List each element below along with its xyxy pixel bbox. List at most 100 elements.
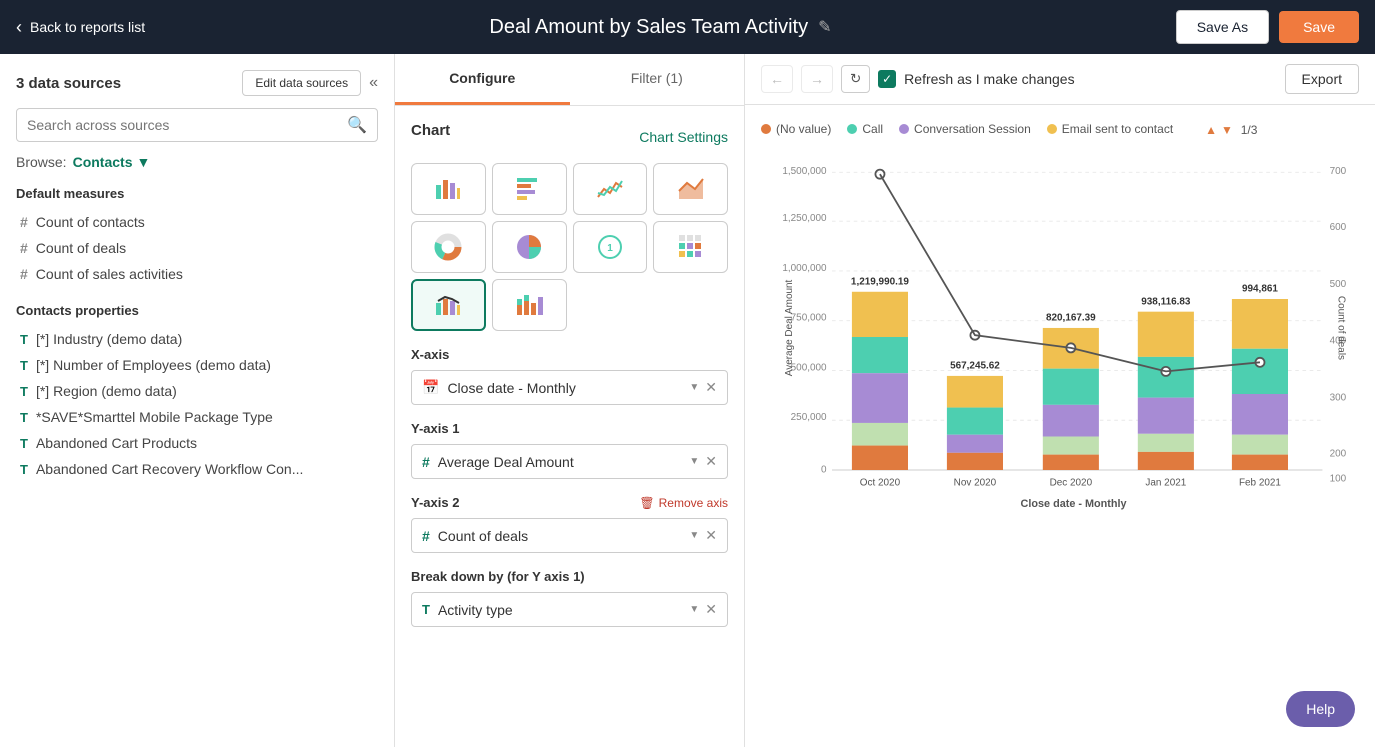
chart-type-waterfall[interactable] [492, 279, 567, 331]
breakdown-section: Break down by (for Y axis 1) T Activity … [411, 569, 728, 627]
tab-configure[interactable]: Configure [395, 54, 570, 105]
chart-container: (No value) Call Conversation Session Ema… [745, 105, 1375, 747]
chart-type-number[interactable]: 1 [573, 221, 648, 273]
browse-value: Contacts [73, 154, 133, 170]
clear-breakdown-icon[interactable]: ✕ [705, 601, 717, 618]
bar-chart-icon [434, 175, 462, 203]
bar-oct-yellow [852, 292, 908, 337]
prop-region[interactable]: T [*] Region (demo data) [16, 378, 378, 404]
yaxis1-section: Y-axis 1 # Average Deal Amount ▼ ✕ [411, 421, 728, 479]
redo-button[interactable]: → [801, 65, 833, 93]
chart-type-combo[interactable] [411, 279, 486, 331]
measure-count-contacts[interactable]: # Count of contacts [16, 209, 378, 235]
calendar-icon: 📅 [422, 379, 439, 396]
chart-type-grid[interactable] [653, 221, 728, 273]
svg-text:567,245.62: 567,245.62 [950, 361, 1000, 372]
xaxis-select[interactable]: 📅 Close date - Monthly ▼ ✕ [411, 370, 728, 405]
browse-label: Browse: [16, 154, 67, 170]
prop-abandoned-recovery[interactable]: T Abandoned Cart Recovery Workflow Con..… [16, 456, 378, 482]
search-icon[interactable]: 🔍 [347, 115, 367, 135]
help-button[interactable]: Help [1286, 691, 1355, 727]
bar-oct-orange [852, 446, 908, 470]
default-measures-title: Default measures [16, 186, 378, 201]
legend-label-email: Email sent to contact [1062, 122, 1173, 136]
search-input[interactable] [27, 117, 347, 133]
browse-select[interactable]: Contacts ▼ [73, 154, 151, 170]
bar-nov-orange [947, 453, 1003, 470]
svg-text:500,000: 500,000 [791, 362, 827, 373]
browse-chevron-icon: ▼ [136, 154, 150, 170]
undo-button[interactable]: ← [761, 65, 793, 93]
chart-types-grid: 1 [411, 163, 728, 331]
bar-oct-green [852, 423, 908, 446]
tab-row: Configure Filter (1) [395, 54, 744, 106]
xaxis-label: X-axis [411, 347, 728, 362]
refresh-checkbox[interactable]: ✓ [878, 70, 896, 88]
left-sidebar: 3 data sources Edit data sources « 🔍 Bro… [0, 54, 395, 747]
chart-type-line[interactable] [573, 163, 648, 215]
clear-xaxis-icon[interactable]: ✕ [705, 379, 717, 396]
legend-dot-call [847, 124, 857, 134]
svg-text:250,000: 250,000 [791, 412, 827, 423]
clear-yaxis1-icon[interactable]: ✕ [705, 453, 717, 470]
export-button[interactable]: Export [1285, 64, 1359, 94]
chart-type-bar[interactable] [411, 163, 486, 215]
chart-type-hbar[interactable] [492, 163, 567, 215]
back-label: Back to reports list [30, 19, 145, 35]
legend-email: Email sent to contact [1047, 122, 1173, 136]
bar-jan-yellow [1138, 312, 1194, 357]
measure-count-deals[interactable]: # Count of deals [16, 235, 378, 261]
bar-nov-teal [947, 408, 1003, 435]
svg-text:1,250,000: 1,250,000 [782, 213, 827, 224]
report-title: Deal Amount by Sales Team Activity [489, 16, 808, 39]
prop-abandoned-cart[interactable]: T Abandoned Cart Products [16, 430, 378, 456]
xaxis-value: Close date - Monthly [447, 380, 575, 396]
save-button[interactable]: Save [1279, 11, 1359, 43]
edit-data-sources-button[interactable]: Edit data sources [242, 70, 361, 96]
svg-text:750,000: 750,000 [791, 313, 827, 324]
edit-title-icon[interactable]: ✎ [818, 17, 831, 37]
tab-filter[interactable]: Filter (1) [570, 54, 745, 105]
clear-yaxis2-icon[interactable]: ✕ [705, 527, 717, 544]
svg-text:Nov 2020: Nov 2020 [954, 477, 997, 488]
pie-chart-icon [515, 233, 543, 261]
prop-employees[interactable]: T [*] Number of Employees (demo data) [16, 352, 378, 378]
refresh-check: ✓ Refresh as I make changes [878, 70, 1276, 88]
svg-text:Average Deal Amount: Average Deal Amount [784, 279, 795, 376]
prop-industry[interactable]: T [*] Industry (demo data) [16, 326, 378, 352]
remove-axis-button[interactable]: 🗑 Remove axis [639, 496, 728, 510]
chart-settings-link[interactable]: Chart Settings [639, 129, 728, 145]
legend-label-no-value: (No value) [776, 122, 831, 136]
bar-dec-purple [1043, 405, 1099, 437]
save-as-button[interactable]: Save As [1176, 10, 1269, 44]
bar-dec-green [1043, 437, 1099, 455]
chart-type-donut[interactable] [411, 221, 486, 273]
yaxis1-select[interactable]: # Average Deal Amount ▼ ✕ [411, 444, 728, 479]
prop-smarttel[interactable]: T *SAVE*Smarttel Mobile Package Type [16, 404, 378, 430]
line-chart-icon [596, 175, 624, 203]
bar-jan-purple [1138, 398, 1194, 434]
breakdown-label: Break down by (for Y axis 1) [411, 569, 728, 584]
chevron-down-icon: ▼ [689, 456, 699, 467]
yaxis2-value: Count of deals [438, 528, 528, 544]
measure-label: Count of sales activities [36, 266, 183, 282]
prop-label: [*] Region (demo data) [36, 383, 177, 399]
yaxis2-select[interactable]: # Count of deals ▼ ✕ [411, 518, 728, 553]
chart-type-area[interactable] [653, 163, 728, 215]
donut-chart-icon [434, 233, 462, 261]
breakdown-select[interactable]: T Activity type ▼ ✕ [411, 592, 728, 627]
collapse-sidebar-button[interactable]: « [369, 74, 378, 92]
config-panel: Configure Filter (1) Chart Chart Setting… [395, 54, 745, 747]
measure-label: Count of contacts [36, 214, 145, 230]
pagination-controls: ▲ ▼ 1/3 [1205, 121, 1257, 137]
back-navigation[interactable]: ‹ Back to reports list [16, 17, 145, 38]
chart-type-pie[interactable] [492, 221, 567, 273]
back-arrow-icon: ‹ [16, 17, 22, 38]
combo-chart-icon [434, 291, 462, 319]
refresh-button[interactable]: ↻ [841, 65, 870, 93]
measure-count-sales[interactable]: # Count of sales activities [16, 261, 378, 287]
svg-text:100: 100 [1330, 474, 1347, 485]
svg-text:1,000,000: 1,000,000 [782, 263, 827, 274]
contacts-properties-title: Contacts properties [16, 303, 378, 318]
breakdown-value: Activity type [438, 602, 513, 618]
